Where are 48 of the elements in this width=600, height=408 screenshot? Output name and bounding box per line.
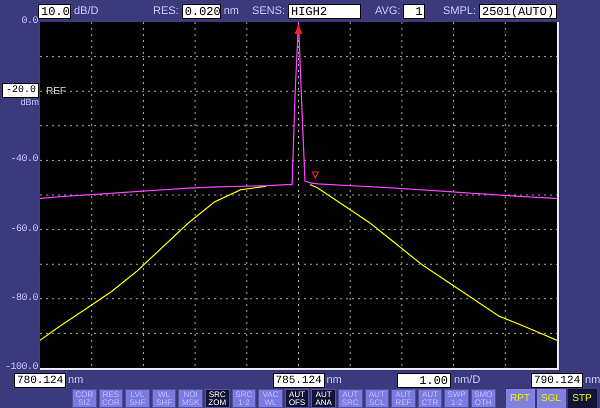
function-key[interactable]: RES COR: [98, 389, 124, 408]
y-tick-label: -80.0: [10, 294, 38, 304]
setting-field[interactable]: 10.0: [38, 4, 71, 18]
unit-label: dBm: [20, 98, 39, 108]
setting-label: SMPL:: [443, 4, 476, 19]
wavelength-field[interactable]: 785.124: [272, 372, 324, 388]
function-key[interactable]: SRC 1-2: [232, 389, 256, 408]
function-key[interactable]: NOI MSK: [178, 389, 203, 408]
function-key[interactable]: AUT OFS: [284, 389, 310, 408]
setting-label: RES:: [153, 4, 179, 19]
wavelength-field[interactable]: 790.124: [531, 372, 583, 388]
y-tick-label: 0.0: [21, 17, 38, 27]
marker-icon: [312, 172, 320, 180]
function-key[interactable]: SWP 1-2: [444, 389, 469, 408]
function-key[interactable]: COR SIZ: [72, 389, 97, 408]
setting-field[interactable]: 2501(AUTO): [479, 4, 558, 18]
ref-level-field[interactable]: -20.0: [2, 83, 39, 98]
unit-label: dB/D: [74, 4, 98, 19]
unit-label: nm: [326, 373, 342, 388]
unit-label: nm/D: [454, 373, 480, 388]
setting-label: AVG:: [375, 4, 400, 19]
y-tick-label: -40.0: [10, 155, 38, 166]
unit-label: nm: [68, 373, 84, 388]
y-tick-label: -60.0: [10, 224, 38, 235]
function-key[interactable]: AUT SCL: [364, 389, 390, 408]
sweep-key[interactable]: STP: [568, 389, 596, 408]
setting-field[interactable]: 0.020: [182, 4, 221, 18]
sweep-key[interactable]: RPT: [506, 389, 534, 408]
ref-label: REF: [46, 85, 66, 100]
y-tick-label: -100.0: [4, 363, 38, 373]
function-key[interactable]: AUT REF: [391, 389, 416, 408]
setting-field[interactable]: 1: [403, 4, 426, 18]
sweep-key[interactable]: SGL: [536, 389, 566, 408]
unit-label: nm: [585, 373, 600, 388]
function-key[interactable]: SRC ZOM: [204, 389, 230, 408]
wavelength-field[interactable]: 780.124: [14, 372, 66, 388]
function-key[interactable]: AUT ANA: [311, 389, 336, 408]
marker-icon: [294, 25, 302, 34]
function-key[interactable]: VAC WL: [258, 389, 283, 408]
function-key[interactable]: AUT CTR: [418, 389, 442, 408]
setting-label: SENS:: [252, 4, 286, 19]
function-key[interactable]: WL SHF: [152, 389, 176, 408]
unit-label: nm: [224, 4, 239, 19]
span-field[interactable]: 1.00: [397, 372, 451, 388]
function-key[interactable]: SMO OTH: [470, 389, 496, 408]
function-key[interactable]: AUT SRC: [338, 389, 363, 408]
setting-field[interactable]: HIGH2: [288, 4, 362, 18]
function-key[interactable]: LVL SHF: [125, 389, 150, 408]
